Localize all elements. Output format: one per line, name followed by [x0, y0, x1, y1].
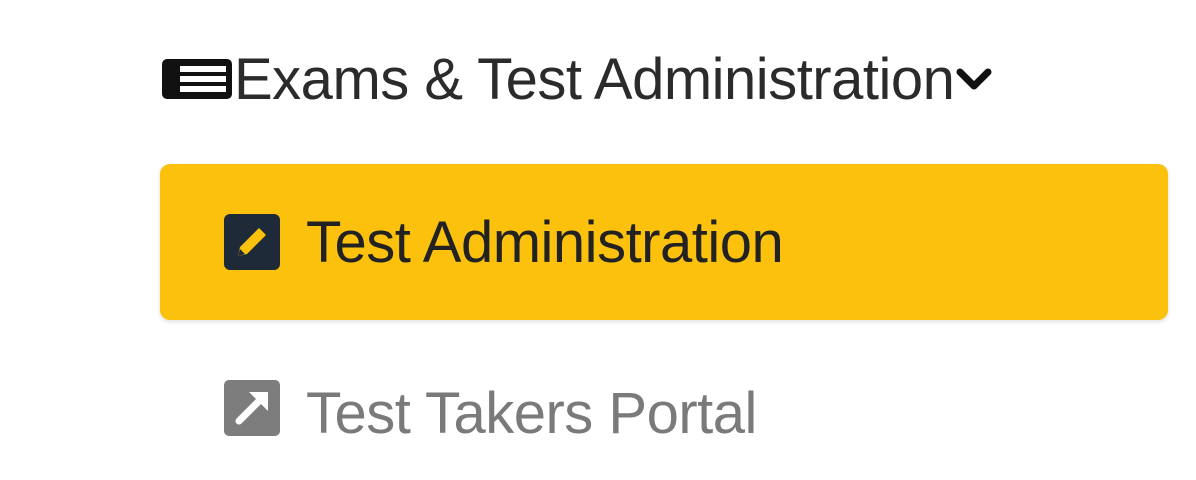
- edit-square-icon: [224, 214, 280, 270]
- nav-group-label: Exams & Test Administration: [234, 46, 955, 112]
- nav-item-label: Test Takers Portal: [306, 381, 757, 446]
- external-link-square-icon: [224, 380, 280, 436]
- nav-item-test-takers-portal[interactable]: Test Takers Portal: [160, 332, 1168, 480]
- sidebar-nav: Exams & Test Administration Test Adminis…: [0, 0, 1196, 480]
- nav-item-label: Test Administration: [306, 209, 784, 275]
- chevron-down-icon[interactable]: [954, 64, 994, 94]
- nav-item-test-administration[interactable]: Test Administration: [160, 164, 1168, 320]
- nav-group-exams-test-administration[interactable]: Exams & Test Administration: [160, 40, 994, 118]
- list-table-icon: [160, 56, 234, 102]
